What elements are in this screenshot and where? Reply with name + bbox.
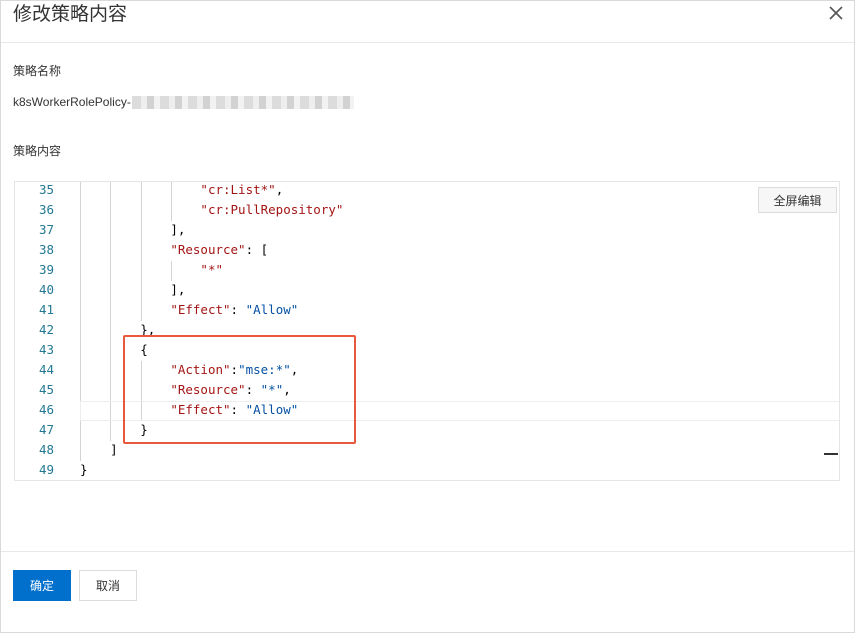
line-number: 41 xyxy=(38,302,54,317)
json-punctuation: , xyxy=(275,182,284,197)
json-value: "Allow" xyxy=(245,302,299,317)
fullscreen-edit-button[interactable]: 全屏编辑 xyxy=(758,187,837,213)
code-line: "Effect": "Allow" xyxy=(80,300,298,320)
footer-divider xyxy=(1,551,854,552)
json-punctuation: ] xyxy=(110,442,118,457)
close-icon[interactable] xyxy=(826,3,846,23)
line-number: 44 xyxy=(38,362,54,377)
code-line: ], xyxy=(80,280,185,300)
json-punctuation: : [ xyxy=(245,242,269,257)
line-number: 38 xyxy=(38,242,54,257)
line-number: 48 xyxy=(38,442,54,457)
line-number: 47 xyxy=(38,422,54,437)
line-number: 39 xyxy=(38,262,54,277)
code-line: ], xyxy=(80,220,185,240)
json-key: "cr:List*" xyxy=(200,182,276,197)
code-line: "cr:PullRepository" xyxy=(80,200,343,220)
confirm-button[interactable]: 确定 xyxy=(13,570,71,601)
line-number: 46 xyxy=(38,402,54,417)
json-key: "*" xyxy=(200,262,223,277)
json-key: "cr:PullRepository" xyxy=(200,202,344,217)
scrollbar-marker[interactable] xyxy=(824,453,838,455)
line-number: 42 xyxy=(38,322,54,337)
redacted-name-suffix xyxy=(131,96,354,110)
code-line: "cr:List*", xyxy=(80,182,284,200)
line-number-gutter: 35 36 37 38 39 40 41 42 43 44 45 46 47 48 49 xyxy=(15,182,67,480)
json-punctuation: : xyxy=(230,302,246,317)
code-line: ] xyxy=(80,440,118,460)
policy-name-value: k8sWorkerRolePolicy- xyxy=(13,94,354,110)
json-key: "Resource" xyxy=(170,242,246,257)
line-number: 40 xyxy=(38,282,54,297)
dialog-title: 修改策略内容 xyxy=(13,3,128,25)
line-number: 43 xyxy=(38,342,54,357)
json-key: "Effect" xyxy=(170,302,231,317)
policy-name-label: 策略名称 xyxy=(13,64,62,78)
code-line: "*" xyxy=(80,260,223,280)
annotation-highlight-box xyxy=(123,335,356,444)
cancel-button[interactable]: 取消 xyxy=(79,570,137,601)
line-number: 49 xyxy=(38,462,54,477)
policy-content-label: 策略内容 xyxy=(13,144,62,158)
line-number: 37 xyxy=(38,222,54,237)
json-punctuation: } xyxy=(80,462,88,477)
json-punctuation: ], xyxy=(170,282,186,297)
line-number: 36 xyxy=(38,202,54,217)
policy-name-text: k8sWorkerRolePolicy- xyxy=(13,95,131,109)
json-punctuation: ], xyxy=(170,222,186,237)
line-number: 45 xyxy=(38,382,54,397)
dialog-header: 修改策略内容 xyxy=(1,1,854,43)
edit-policy-dialog: 修改策略内容 策略名称 k8sWorkerRolePolicy- 策略内容 35… xyxy=(0,0,855,633)
code-line: } xyxy=(80,460,88,480)
line-number: 35 xyxy=(38,182,54,197)
code-line: "Resource": [ xyxy=(80,240,268,260)
